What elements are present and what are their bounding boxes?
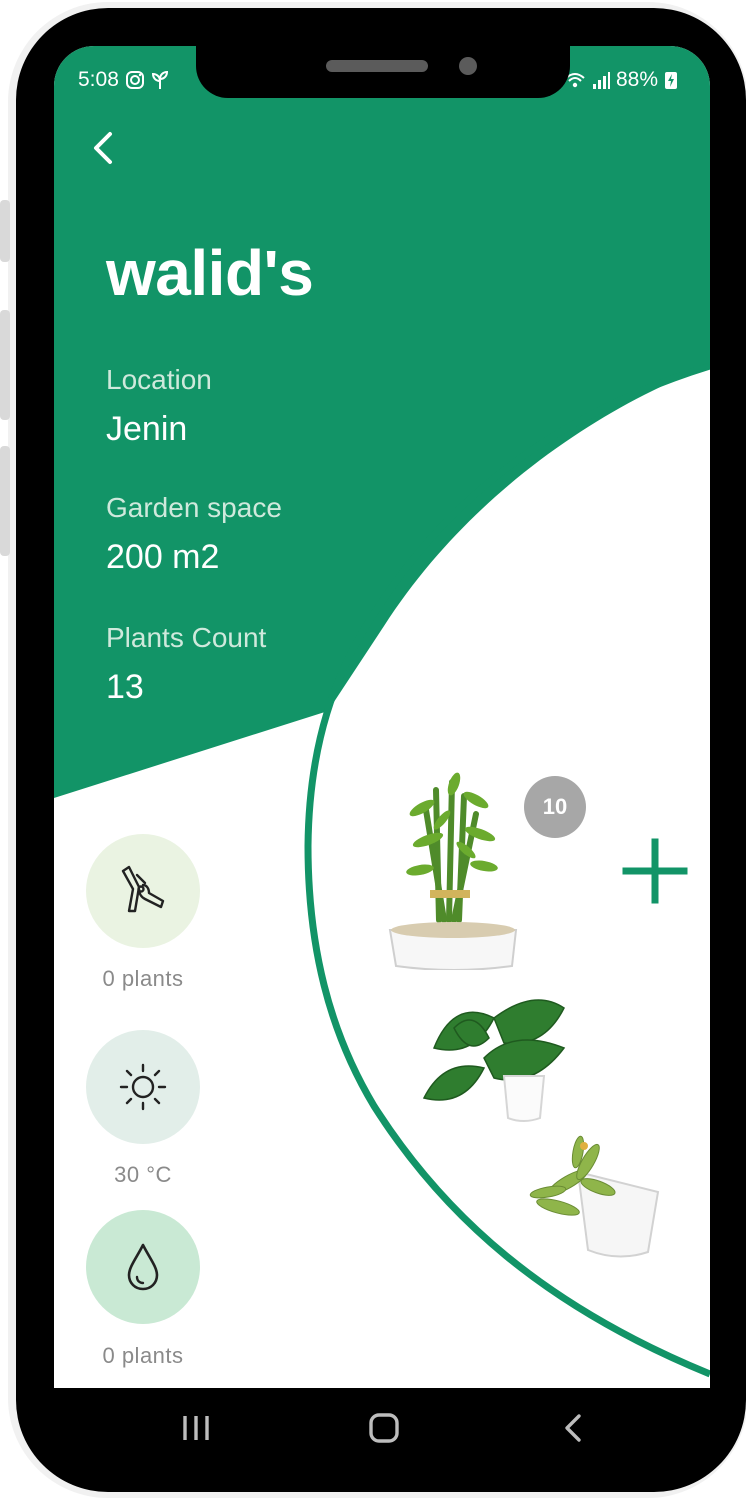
plants-count-value: 13 xyxy=(106,668,144,706)
status-time: 5:08 xyxy=(78,68,119,91)
front-camera xyxy=(459,57,477,75)
watering-caption: 0 plants xyxy=(102,1343,184,1368)
home-icon xyxy=(369,1413,399,1443)
instagram-icon xyxy=(125,71,144,89)
home-button[interactable] xyxy=(354,1400,414,1456)
system-back-button[interactable] xyxy=(542,1400,602,1456)
plants-count-label: Plants Count xyxy=(106,622,267,653)
garden-space-label: Garden space xyxy=(106,492,282,523)
signal-icon xyxy=(593,72,610,89)
temperature-caption: 30 °C xyxy=(114,1162,172,1187)
app-screen: 5:08 88% walid's Location Jenin Garden s… xyxy=(54,46,710,1388)
watering-action-button[interactable] xyxy=(86,1210,200,1324)
lucky-bamboo-image[interactable] xyxy=(384,770,524,970)
back-button[interactable] xyxy=(84,128,124,168)
sun-action-button[interactable] xyxy=(86,1030,200,1144)
chevron-left-icon xyxy=(94,132,112,164)
recent-apps-button[interactable] xyxy=(166,1400,226,1456)
plus-icon xyxy=(622,838,688,904)
succulent-image[interactable] xyxy=(528,1132,668,1262)
location-label: Location xyxy=(106,364,212,395)
phone-side-button xyxy=(0,200,10,262)
garden-space-value: 200 m2 xyxy=(106,538,220,576)
phone-volume-down xyxy=(0,446,10,556)
back-icon xyxy=(565,1414,581,1442)
speaker-grille xyxy=(326,60,428,72)
location-value: Jenin xyxy=(106,410,188,448)
recent-apps-icon xyxy=(183,1416,209,1440)
garden-title: walid's xyxy=(106,237,314,309)
pruning-caption: 0 plants xyxy=(102,966,184,991)
plant-notification-icon xyxy=(151,70,168,89)
water-drop-icon xyxy=(127,1243,159,1291)
pruning-action-button[interactable] xyxy=(86,834,200,948)
battery-charging-icon xyxy=(665,72,678,89)
elephant-ear-plant-image[interactable] xyxy=(414,988,574,1128)
add-plant-button[interactable] xyxy=(620,836,690,906)
status-bar-right: 88% xyxy=(564,68,678,92)
plant-count-badge: 10 xyxy=(524,776,586,838)
status-bar-left: 5:08 xyxy=(78,68,169,92)
battery-percent: 88% xyxy=(616,68,659,91)
pruning-shears-icon xyxy=(121,865,165,913)
sun-icon xyxy=(119,1063,167,1111)
phone-volume-up xyxy=(0,310,10,420)
